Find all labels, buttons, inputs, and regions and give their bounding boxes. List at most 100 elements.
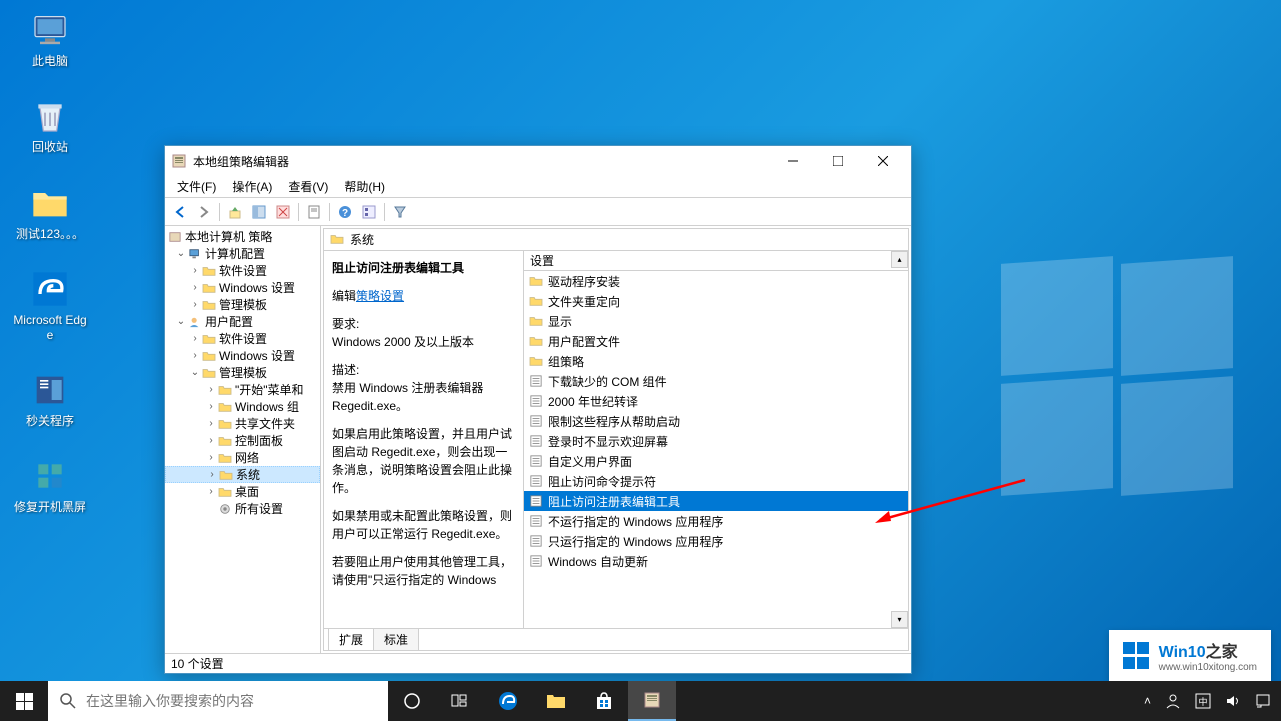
expand-icon[interactable]: ›: [206, 469, 218, 480]
window-title: 本地组策略编辑器: [193, 153, 770, 170]
back-button[interactable]: [169, 201, 191, 223]
collapse-icon[interactable]: ⌄: [175, 316, 187, 327]
list-item[interactable]: 登录时不显示欢迎屏幕: [524, 431, 908, 451]
minimize-button[interactable]: [770, 147, 815, 175]
desktop-icon-folder[interactable]: 测试123。。。: [12, 183, 88, 241]
tree-computer-config[interactable]: ⌄ 计算机配置: [165, 245, 320, 262]
tree-root[interactable]: 本地计算机 策略: [165, 228, 320, 245]
folder-icon: [201, 264, 217, 278]
list-item[interactable]: 2000 年世纪转译: [524, 391, 908, 411]
tray-notifications-icon[interactable]: [1255, 693, 1271, 709]
edge-icon: [30, 269, 70, 309]
folder-icon: [201, 298, 217, 312]
start-button[interactable]: [0, 681, 48, 721]
expand-icon[interactable]: ›: [189, 265, 201, 276]
taskbar-explorer[interactable]: [532, 681, 580, 721]
list-item[interactable]: 用户配置文件: [524, 331, 908, 351]
up-button[interactable]: [224, 201, 246, 223]
folder-icon: [528, 334, 544, 348]
titlebar[interactable]: 本地组策略编辑器: [165, 146, 911, 176]
tree-item[interactable]: ›系统: [165, 466, 320, 483]
tray-volume-icon[interactable]: [1225, 693, 1241, 709]
options-button[interactable]: [358, 201, 380, 223]
tree-item[interactable]: ›控制面板: [165, 432, 320, 449]
taskbar-edge[interactable]: [484, 681, 532, 721]
desktop-icon-recycle-bin[interactable]: 回收站: [12, 96, 88, 154]
search-input[interactable]: [86, 693, 376, 709]
expand-icon[interactable]: ›: [205, 384, 217, 395]
folder-icon: [30, 183, 70, 223]
taskbar-gpe[interactable]: [628, 681, 676, 721]
tree-item[interactable]: ›"开始"菜单和: [165, 381, 320, 398]
tray-ime-icon[interactable]: 中: [1195, 693, 1211, 709]
desktop-icon-this-pc[interactable]: 此电脑: [12, 10, 88, 68]
navigation-tree[interactable]: 本地计算机 策略 ⌄ 计算机配置 ›软件设置›Windows 设置›管理模板 ⌄…: [165, 226, 321, 653]
list-item[interactable]: 限制这些程序从帮助启动: [524, 411, 908, 431]
menu-help[interactable]: 帮助(H): [336, 176, 393, 197]
tree-item[interactable]: ›管理模板: [165, 296, 320, 313]
expand-icon[interactable]: ›: [205, 401, 217, 412]
menu-view[interactable]: 查看(V): [280, 176, 336, 197]
tree-item[interactable]: ›软件设置: [165, 330, 320, 347]
expand-icon[interactable]: ›: [189, 299, 201, 310]
expand-icon[interactable]: ›: [205, 486, 217, 497]
help-button[interactable]: ?: [334, 201, 356, 223]
tree-item[interactable]: ›Windows 设置: [165, 279, 320, 296]
tray-people-icon[interactable]: [1165, 693, 1181, 709]
tree-item[interactable]: ›桌面: [165, 483, 320, 500]
expand-icon[interactable]: ›: [189, 350, 201, 361]
collapse-icon[interactable]: ⌄: [175, 248, 187, 259]
filter-button[interactable]: [389, 201, 411, 223]
tree-item[interactable]: ›Windows 设置: [165, 347, 320, 364]
tab-standard[interactable]: 标准: [373, 628, 419, 650]
list-item[interactable]: 只运行指定的 Windows 应用程序: [524, 531, 908, 551]
list-item[interactable]: 文件夹重定向: [524, 291, 908, 311]
expand-icon[interactable]: ›: [189, 333, 201, 344]
list-item[interactable]: 阻止访问注册表编辑工具: [524, 491, 908, 511]
desktop-icon-app1[interactable]: 秒关程序: [12, 370, 88, 428]
expand-icon[interactable]: ›: [205, 435, 217, 446]
list-item[interactable]: Windows 自动更新: [524, 551, 908, 571]
forward-button[interactable]: [193, 201, 215, 223]
computer-icon: [187, 247, 203, 261]
desktop-icon-edge[interactable]: Microsoft Edge: [12, 269, 88, 342]
show-hide-tree-button[interactable]: [248, 201, 270, 223]
collapse-icon[interactable]: ⌄: [189, 367, 201, 378]
edit-policy-link[interactable]: 策略设置: [356, 289, 404, 303]
tree-item[interactable]: ›共享文件夹: [165, 415, 320, 432]
menu-file[interactable]: 文件(F): [169, 176, 224, 197]
maximize-button[interactable]: [815, 147, 860, 175]
task-view-button[interactable]: [436, 681, 484, 721]
tree-item[interactable]: ›软件设置: [165, 262, 320, 279]
delete-button[interactable]: [272, 201, 294, 223]
tray-up-icon[interactable]: ˄: [1144, 694, 1151, 708]
tree-item[interactable]: ›网络: [165, 449, 320, 466]
folder-icon: [218, 468, 234, 482]
scroll-up-button[interactable]: ▴: [891, 251, 908, 268]
list-item[interactable]: 自定义用户界面: [524, 451, 908, 471]
expand-icon[interactable]: ›: [189, 282, 201, 293]
search-box[interactable]: [48, 681, 388, 721]
list-item[interactable]: 组策略: [524, 351, 908, 371]
list-column-header[interactable]: 设置: [524, 251, 908, 271]
tree-user-config[interactable]: ⌄ 用户配置: [165, 313, 320, 330]
properties-button[interactable]: [303, 201, 325, 223]
expand-icon[interactable]: ›: [205, 452, 217, 463]
scroll-down-button[interactable]: ▾: [891, 611, 908, 628]
tree-item[interactable]: ›Windows 组: [165, 398, 320, 415]
list-item[interactable]: 阻止访问命令提示符: [524, 471, 908, 491]
tab-extended[interactable]: 扩展: [328, 628, 374, 650]
list-item[interactable]: 驱动程序安装: [524, 271, 908, 291]
desktop-icon-app2[interactable]: 修复开机黑屏: [12, 456, 88, 514]
list-item[interactable]: 下载缺少的 COM 组件: [524, 371, 908, 391]
expand-icon[interactable]: ›: [205, 418, 217, 429]
tree-admin-templates[interactable]: ⌄ 管理模板: [165, 364, 320, 381]
close-button[interactable]: [860, 147, 905, 175]
list-item[interactable]: 显示: [524, 311, 908, 331]
taskbar-store[interactable]: [580, 681, 628, 721]
tree-item[interactable]: 所有设置: [165, 500, 320, 517]
policy-icon: [167, 230, 183, 244]
menu-action[interactable]: 操作(A): [224, 176, 280, 197]
cortana-button[interactable]: [388, 681, 436, 721]
list-item[interactable]: 不运行指定的 Windows 应用程序: [524, 511, 908, 531]
